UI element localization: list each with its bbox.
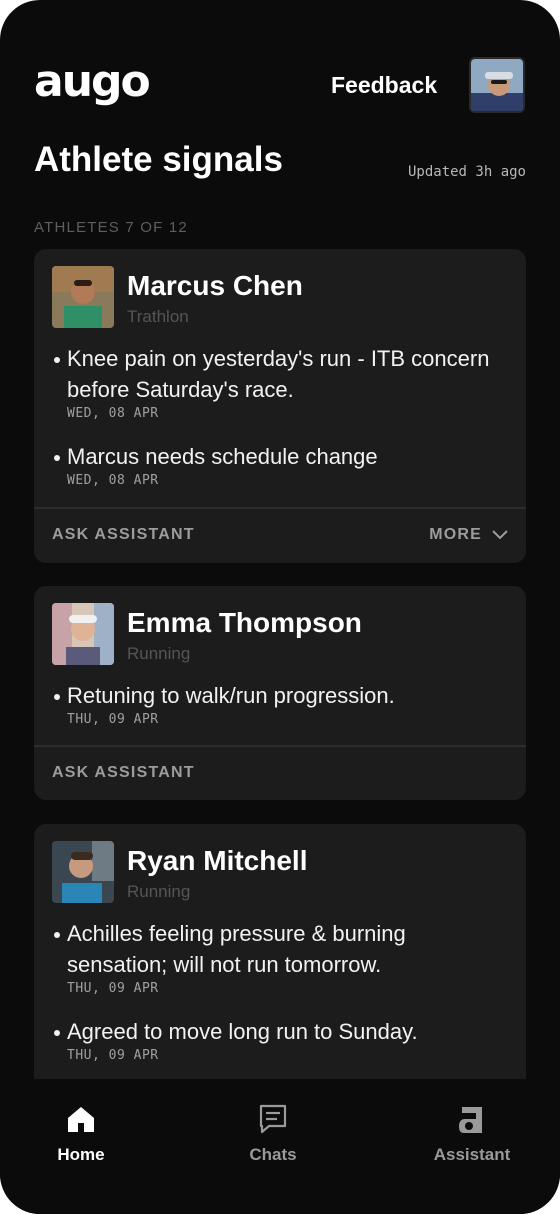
athlete-avatar [52,266,114,328]
app-screen: augo Feedback Athlete signals Updated 3h… [0,0,560,1214]
signal-item: Marcus needs schedule change WED, 08 APR [52,441,512,488]
updated-timestamp: Updated 3h ago [407,164,526,180]
more-label: MORE [429,526,482,543]
nav-chats[interactable]: Chats [213,1103,333,1165]
nav-home-label: Home [57,1145,105,1164]
profile-photo [471,59,523,111]
signal-item: Agreed to move long run to Sunday. THU, … [52,1016,512,1063]
bottom-nav: Home Chats Assistant [0,1079,560,1214]
card-footer: ASK ASSISTANT [34,745,526,799]
athlete-card[interactable]: Marcus Chen Trathlon Knee pain on yester… [34,249,526,563]
signal-text: Achilles feeling pressure & burning sens… [52,918,512,980]
athlete-name[interactable]: Ryan Mitchell [127,844,307,878]
signal-date: WED, 08 APR [67,406,159,421]
card-footer: ASK ASSISTANT MORE [34,507,526,561]
signal-item: Knee pain on yesterday's run - ITB conce… [52,343,512,421]
athlete-name[interactable]: Emma Thompson [127,606,362,640]
signal-text: Marcus needs schedule change [52,441,512,472]
athlete-card[interactable]: Emma Thompson Running Retuning to walk/r… [34,586,526,800]
chat-bubble-icon [259,1104,287,1134]
assistant-a-icon [459,1107,482,1133]
profile-avatar[interactable] [469,57,525,113]
athlete-sport: Running [127,882,191,901]
athlete-avatar [52,841,114,903]
signal-text: Agreed to move long run to Sunday. [52,1016,512,1047]
home-icon [68,1107,94,1132]
signal-date: WED, 08 APR [67,473,159,488]
augo-logo: augo [34,56,151,107]
athlete-name[interactable]: Marcus Chen [127,269,303,303]
athlete-sport: Running [127,644,191,663]
athlete-avatar [52,603,114,665]
athletes-count-label: ATHLETES 7 OF 12 [34,219,188,236]
ask-assistant-button[interactable]: ASK ASSISTANT [52,764,195,782]
nav-assistant-label: Assistant [433,1145,511,1164]
ask-assistant-button[interactable]: ASK ASSISTANT [52,526,195,544]
signal-item: Retuning to walk/run progression. THU, 0… [52,680,512,727]
nav-home[interactable]: Home [21,1103,141,1165]
athlete-card[interactable]: Ryan Mitchell Running Achilles feeling p… [34,824,526,1094]
signal-date: THU, 09 APR [67,712,159,727]
signal-date: THU, 09 APR [67,1048,159,1063]
athlete-sport: Trathlon [127,307,189,326]
chevron-down-icon [492,530,508,540]
more-button[interactable]: MORE [429,526,508,544]
signal-text: Knee pain on yesterday's run - ITB conce… [52,343,512,405]
signal-item: Achilles feeling pressure & burning sens… [52,918,512,996]
signal-text: Retuning to walk/run progression. [52,680,512,711]
page-title: Athlete signals [34,140,283,179]
nav-assistant[interactable]: Assistant [412,1103,532,1165]
feedback-button[interactable]: Feedback [331,72,437,99]
nav-chats-label: Chats [249,1145,297,1164]
signal-date: THU, 09 APR [67,981,159,996]
